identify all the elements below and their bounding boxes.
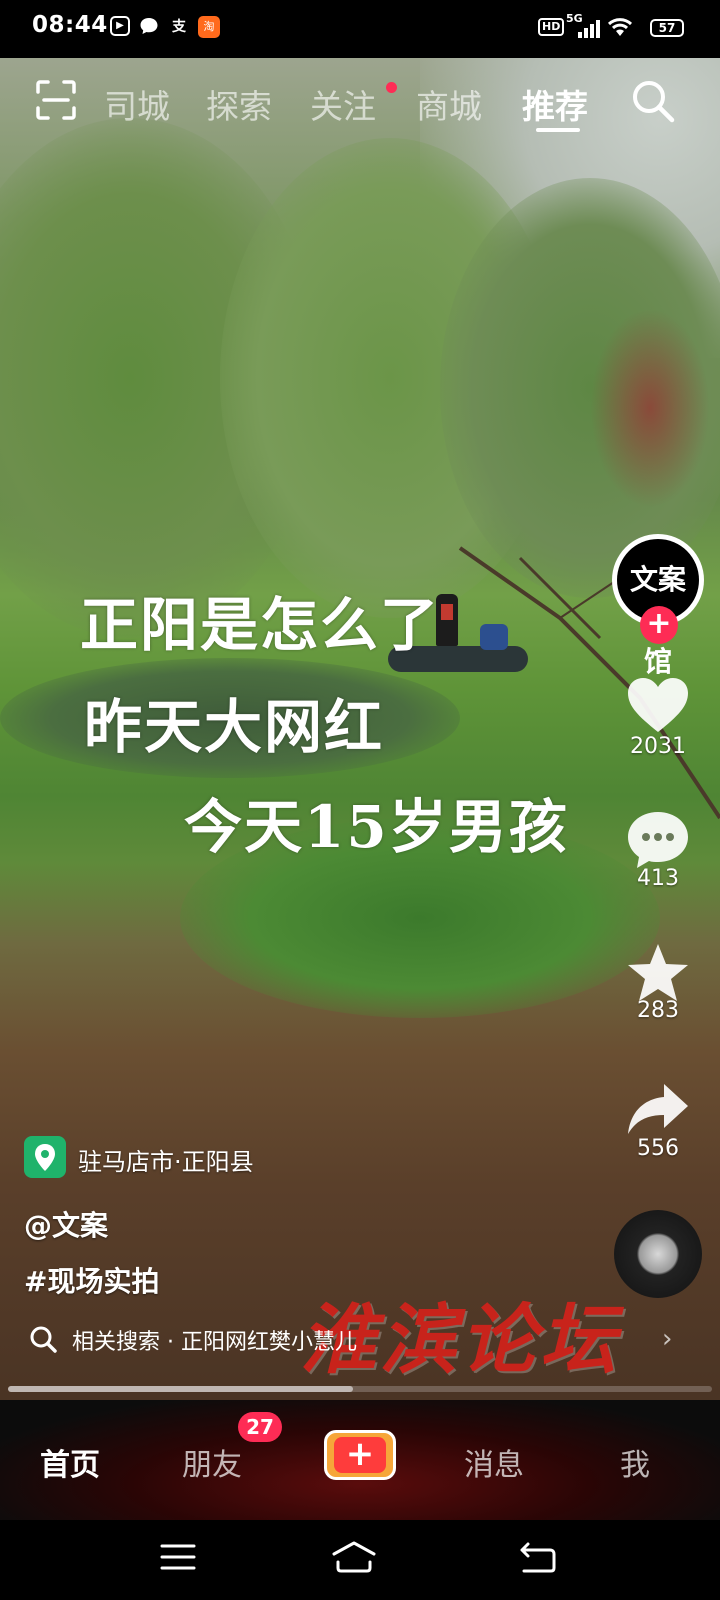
- tab-friends[interactable]: 朋友: [182, 1440, 242, 1484]
- video-caption-line-2: 昨天大网红: [84, 693, 385, 761]
- search-icon: [28, 1324, 58, 1358]
- plus-icon: +: [334, 1437, 386, 1473]
- home-icon[interactable]: [330, 1540, 378, 1578]
- system-navigation-bar: [0, 1520, 720, 1600]
- location-label: 驻马店市·正阳县: [78, 1148, 254, 1176]
- hashtag[interactable]: #现场实拍: [24, 1260, 159, 1300]
- video-caption-line-1: 正阳是怎么了: [80, 591, 441, 659]
- tab-messages[interactable]: 消息: [464, 1440, 524, 1484]
- tab-explore[interactable]: 探索: [206, 80, 272, 128]
- top-navigation: 司城 探索 关注 商城 推荐: [0, 72, 720, 142]
- bottom-navigation: 首页 朋友 27 + 消息 我: [0, 1400, 720, 1520]
- friends-badge: 27: [238, 1412, 282, 1442]
- author-handle[interactable]: @文案: [24, 1204, 108, 1244]
- video-caption-line-3: 今天15岁男孩: [184, 793, 569, 861]
- taobao-icon: 淘: [198, 16, 220, 38]
- create-button[interactable]: +: [324, 1430, 396, 1480]
- tab-mall[interactable]: 商城: [416, 80, 482, 128]
- related-search-text: 相关搜索 · 正阳网红樊小慧儿: [72, 1330, 357, 1355]
- hd-indicator: HD: [538, 18, 565, 36]
- video-progress-fill: [8, 1386, 353, 1392]
- chevron-right-icon: ›: [662, 1324, 673, 1354]
- comment-count: 413: [637, 866, 679, 891]
- status-bar: 08:44 ▶ 支 淘 HD 5G 57: [0, 0, 720, 58]
- related-search-bar[interactable]: 相关搜索 · 正阳网红樊小慧儿 ›: [0, 1312, 720, 1368]
- music-disc-icon[interactable]: [614, 1210, 702, 1298]
- clock: 08:44: [32, 12, 108, 38]
- tab-following[interactable]: 关注: [310, 80, 376, 128]
- scan-icon[interactable]: [34, 78, 78, 122]
- back-icon[interactable]: [518, 1540, 558, 1578]
- like-heart-icon[interactable]: [626, 676, 690, 740]
- favorite-count: 283: [637, 998, 679, 1023]
- play-icon: ▶: [110, 16, 130, 36]
- video-player[interactable]: 正阳是怎么了 昨天大网红 今天15岁男孩: [0, 58, 720, 1400]
- video-progress-bar[interactable]: [8, 1386, 712, 1392]
- battery-indicator: 57: [650, 19, 684, 37]
- like-count: 2031: [630, 734, 686, 759]
- follow-plus-button[interactable]: +: [640, 606, 678, 644]
- wifi-icon: [606, 16, 634, 42]
- alipay-icon: 支: [172, 19, 186, 35]
- following-new-dot: [386, 82, 397, 93]
- comment-icon[interactable]: [626, 810, 690, 874]
- tab-home[interactable]: 首页: [40, 1440, 100, 1484]
- tab-city[interactable]: 司城: [104, 80, 170, 128]
- chat-bubble-icon: [138, 16, 160, 38]
- share-count: 556: [637, 1136, 679, 1161]
- tab-recommend[interactable]: 推荐: [522, 80, 588, 128]
- tab-me[interactable]: 我: [620, 1440, 650, 1484]
- favorite-star-icon[interactable]: [626, 942, 690, 1006]
- active-tab-indicator: [536, 128, 580, 132]
- menu-icon[interactable]: [160, 1542, 196, 1576]
- location-pin-icon: [24, 1136, 66, 1178]
- cellular-signal-icon: 5G: [566, 12, 600, 40]
- search-icon[interactable]: [630, 78, 676, 124]
